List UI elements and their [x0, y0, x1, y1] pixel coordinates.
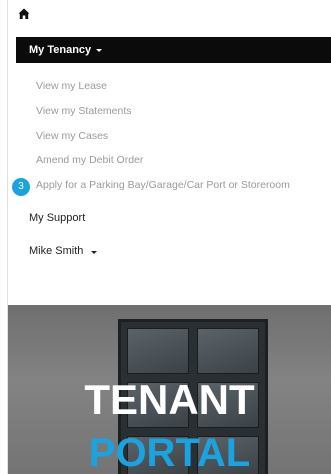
home-icon — [18, 8, 30, 19]
user-menu[interactable]: Mike Smith — [29, 245, 98, 257]
user-name: Mike Smith — [29, 245, 84, 257]
menu-item-view-lease[interactable]: View my Lease — [36, 80, 107, 92]
my-support-link[interactable]: My Support — [29, 212, 85, 224]
caret-down-icon — [96, 48, 103, 52]
hero-title-portal: PORTAL — [88, 431, 251, 474]
menu-item-apply-parking[interactable]: Apply for a Parking Bay/Garage/Car Port … — [36, 179, 290, 191]
hero-banner: TENANT PORTAL — [8, 305, 331, 474]
step-badge: 3 — [12, 178, 30, 196]
my-tenancy-label: My Tenancy — [29, 44, 92, 56]
my-tenancy-menu[interactable]: My Tenancy — [16, 37, 331, 63]
menu-item-view-cases[interactable]: View my Cases — [36, 130, 108, 142]
home-link[interactable] — [18, 8, 34, 24]
caret-down-icon — [91, 251, 98, 254]
page: My Tenancy View my Lease View my Stateme… — [0, 0, 331, 474]
menu-item-amend-debit-order[interactable]: Amend my Debit Order — [36, 154, 143, 166]
menu-item-view-statements[interactable]: View my Statements — [36, 105, 132, 117]
hero-title-tenant: TENANT — [84, 376, 255, 423]
